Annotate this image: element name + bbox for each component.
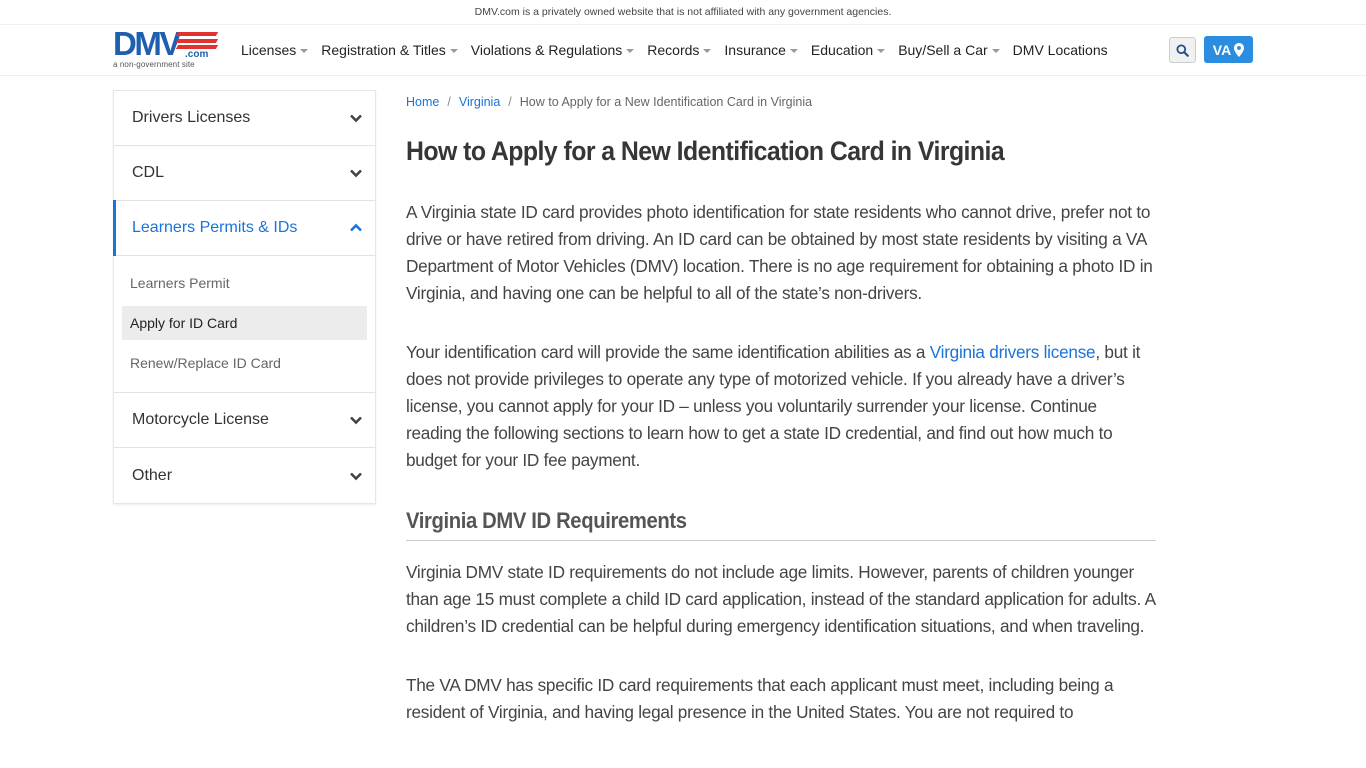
search-button[interactable] <box>1169 37 1196 63</box>
sidebar-section-cdl[interactable]: CDL <box>114 146 375 201</box>
breadcrumb-current: How to Apply for a New Identification Ca… <box>519 95 813 109</box>
nav-insurance[interactable]: Insurance <box>724 42 798 58</box>
logo-suffix: .com <box>185 49 209 60</box>
logo-wordmark: DMV <box>113 25 181 62</box>
article-main: Home / Virginia / How to Apply for a New Ide… <box>406 90 1156 726</box>
chevron-down-icon <box>350 169 362 178</box>
section-heading-requirements: Virginia DMV ID Requirements <box>406 508 1156 541</box>
sidebar-item-renew-replace-id-card[interactable]: Renew/Replace ID Card <box>122 346 367 380</box>
nav-label: Registration & Titles <box>321 42 446 58</box>
state-label: VA <box>1212 41 1232 58</box>
caret-down-icon <box>626 49 635 53</box>
caret-down-icon <box>300 49 309 53</box>
state-selector-button[interactable]: VA <box>1204 36 1253 63</box>
chevron-down-icon <box>350 416 362 425</box>
sidebar-section-label: CDL <box>132 164 165 181</box>
site-header: DMV .com a non-government site Licenses … <box>0 25 1366 76</box>
caret-down-icon <box>703 49 712 53</box>
requirements-paragraph-2: The VA DMV has specific ID card requirem… <box>406 675 1114 722</box>
nav-violations-regulations[interactable]: Violations & Regulations <box>471 42 635 58</box>
sidebar-section-label: Motorcycle License <box>132 411 269 428</box>
caret-down-icon <box>449 49 458 53</box>
virginia-drivers-license-link[interactable]: Virginia drivers license <box>930 342 1096 362</box>
section-heading-text: Virginia DMV ID Requirements <box>406 508 687 533</box>
breadcrumb-home[interactable]: Home <box>406 95 439 109</box>
nav-label: Violations & Regulations <box>470 42 623 58</box>
nav-label: Buy/Sell a Car <box>898 42 988 58</box>
breadcrumb-separator: / <box>508 95 512 109</box>
breadcrumb: Home / Virginia / How to Apply for a New Ide… <box>406 90 1156 114</box>
paragraph-text: Your identification card will provide th… <box>406 342 930 362</box>
dmv-logo[interactable]: DMV .com a non-government site <box>113 25 219 73</box>
disclaimer-bar: DMV.com is a privately owned website tha… <box>0 0 1366 25</box>
breadcrumb-virginia[interactable]: Virginia <box>459 95 500 109</box>
map-marker-icon <box>1234 42 1245 57</box>
requirements-paragraph-1: Virginia DMV state ID requirements do no… <box>406 562 1155 636</box>
caret-down-icon <box>789 49 798 53</box>
sidebar-section-other[interactable]: Other <box>114 448 375 503</box>
sidebar-item-apply-for-id-card[interactable]: Apply for ID Card <box>122 306 367 340</box>
intro-paragraph: A Virginia state ID card provides photo … <box>406 202 1153 303</box>
logo-tagline: a non-government site <box>113 60 195 69</box>
nav-education[interactable]: Education <box>810 42 886 58</box>
sidebar-section-learners-permits-ids[interactable]: Learners Permits & IDs <box>113 200 375 256</box>
sidebar-section-drivers-licenses[interactable]: Drivers Licenses <box>114 91 375 146</box>
chevron-up-icon <box>350 223 362 232</box>
nav-label: Insurance <box>724 42 786 58</box>
breadcrumb-separator: / <box>447 95 451 109</box>
page-title: How to Apply for a New Identification Ca… <box>406 136 1005 166</box>
nav-dmv-locations[interactable]: DMV Locations <box>1013 42 1108 58</box>
sidebar-section-label: Learners Permits & IDs <box>132 219 298 236</box>
nav-label: Education <box>810 42 874 58</box>
nav-label: Licenses <box>241 42 297 58</box>
sidebar-nav: Drivers Licenses CDL Learners Permits & … <box>113 90 376 504</box>
nav-label: DMV Locations <box>1012 42 1108 58</box>
sidebar-section-label: Other <box>132 466 173 484</box>
nav-registration-titles[interactable]: Registration & Titles <box>321 42 458 58</box>
nav-licenses[interactable]: Licenses <box>241 42 309 58</box>
sidebar-section-label: Drivers Licenses <box>132 109 251 126</box>
caret-down-icon <box>877 49 886 53</box>
sidebar-submenu: Learners Permit Apply for ID Card Renew/… <box>114 256 375 393</box>
caret-down-icon <box>991 49 1000 53</box>
search-icon <box>1176 43 1189 57</box>
nav-buy-sell-car[interactable]: Buy/Sell a Car <box>898 42 1000 58</box>
main-nav: Licenses Registration & Titles Violation… <box>241 25 1121 75</box>
sidebar-section-motorcycle-license[interactable]: Motorcycle License <box>114 393 375 448</box>
nav-records[interactable]: Records <box>647 42 712 58</box>
chevron-down-icon <box>350 114 362 123</box>
sidebar-item-learners-permit[interactable]: Learners Permit <box>122 266 367 300</box>
nav-label: Records <box>647 42 700 58</box>
chevron-down-icon <box>350 472 362 480</box>
id-abilities-paragraph: Your identification card will provide th… <box>406 339 1156 474</box>
